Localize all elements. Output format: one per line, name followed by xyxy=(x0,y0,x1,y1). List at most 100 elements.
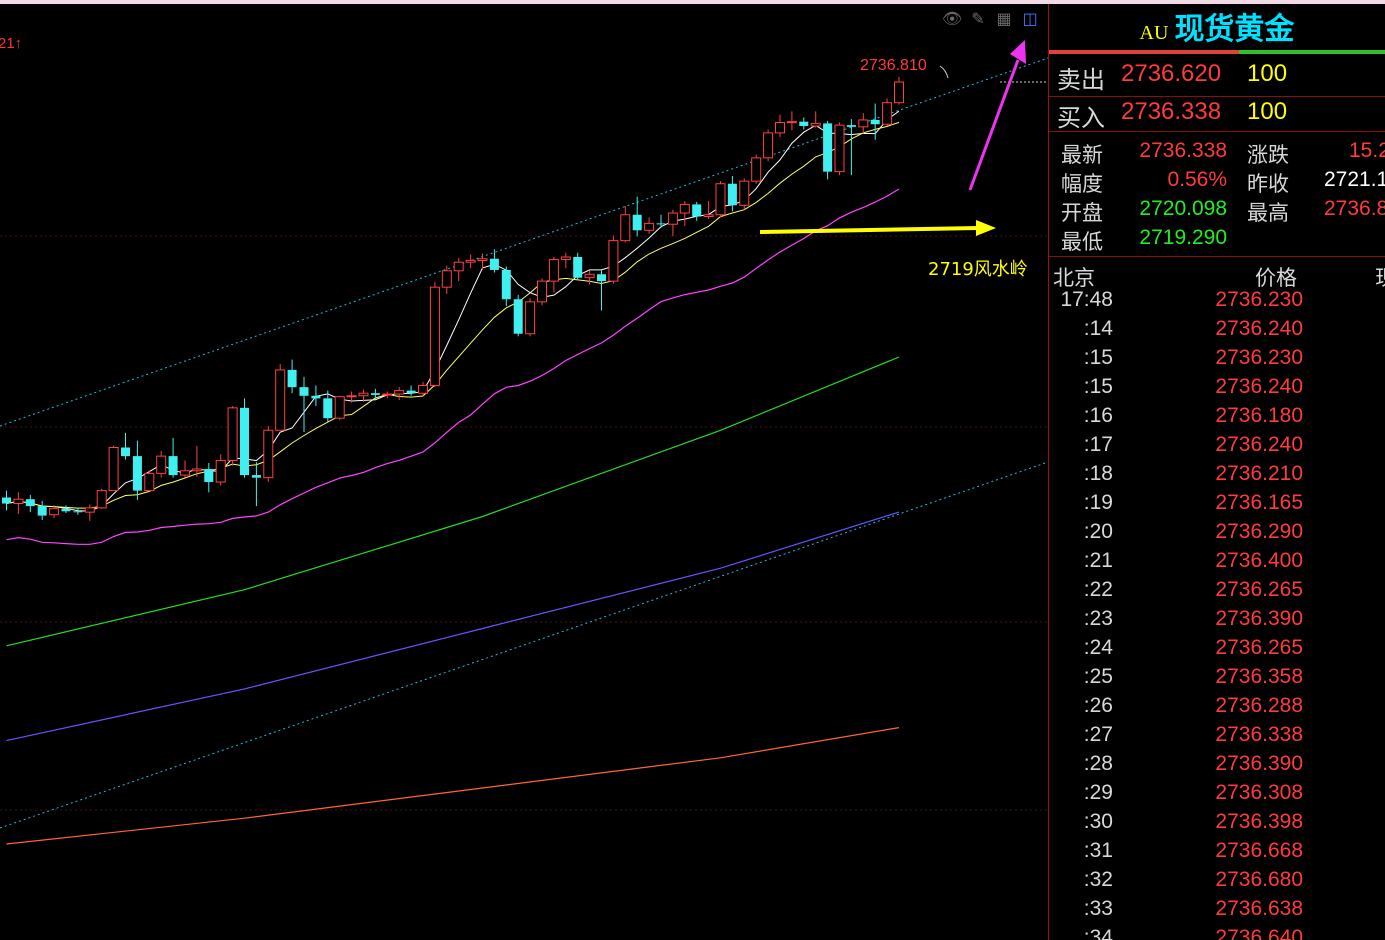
tick-price: 2736.180 xyxy=(1215,404,1303,427)
tick-row: :25 2736.358 xyxy=(1049,665,1385,694)
tick-time: :32 xyxy=(1083,868,1113,891)
candle-body xyxy=(263,429,274,479)
candle-body xyxy=(240,407,249,476)
candle-body xyxy=(121,447,130,457)
candle-body xyxy=(275,369,286,431)
candle-body xyxy=(323,398,333,419)
tick-price: 2736.210 xyxy=(1215,462,1303,485)
tick-time: :29 xyxy=(1083,781,1113,804)
tick-price: 2736.290 xyxy=(1215,520,1303,543)
candle-body xyxy=(882,102,893,125)
chart-canvas: 21↑ 2736.810 2719风水岭 xyxy=(0,35,1048,845)
tick-row: :29 2736.308 xyxy=(1049,781,1385,810)
candle-body xyxy=(477,258,488,261)
candle-body xyxy=(692,204,702,217)
sell-label: 卖出 xyxy=(1057,67,1105,94)
tick-price: 2736.668 xyxy=(1215,839,1303,862)
tick-price: 2736.240 xyxy=(1215,317,1303,340)
stat-high-value: 2736.8 xyxy=(1324,197,1385,220)
candle-body xyxy=(775,122,785,134)
buy-label: 买入 xyxy=(1057,105,1105,132)
tick-time: :25 xyxy=(1083,665,1113,688)
tick-price: 2736.230 xyxy=(1215,346,1303,369)
tick-row: :32 2736.680 xyxy=(1049,868,1385,897)
stat-prevclose-label: 昨收 xyxy=(1247,173,1289,196)
ma20-line xyxy=(6,188,900,545)
tick-time: :20 xyxy=(1083,520,1113,543)
stat-change-value: 15.2 xyxy=(1349,139,1385,162)
candle-body xyxy=(573,256,583,278)
candle-body xyxy=(358,392,369,397)
eye-icon[interactable]: 👁 xyxy=(942,10,962,30)
candle-body xyxy=(751,157,762,182)
tick-row: :34 2736.640 xyxy=(1049,926,1385,940)
candle-body xyxy=(548,259,559,282)
layout-icon[interactable]: ◫ xyxy=(1020,10,1040,30)
peak-pointer xyxy=(939,65,949,79)
candle-body xyxy=(560,256,571,261)
tick-price: 2736.308 xyxy=(1215,781,1303,804)
candle-body xyxy=(584,273,595,279)
tick-time: :18 xyxy=(1083,462,1113,485)
tick-row: :24 2736.265 xyxy=(1049,636,1385,665)
tick-time: 17:48 xyxy=(1060,288,1113,311)
candlestick-chart[interactable]: 21↑ 2736.810 2719风水岭 👁 ✎ ▦ ◫ xyxy=(0,4,1048,940)
candle-body xyxy=(37,506,47,516)
candle-body xyxy=(703,214,714,217)
buy-row[interactable]: 买入 2736.338 100 xyxy=(1049,98,1385,134)
candle-body xyxy=(679,203,690,214)
candle-body xyxy=(799,121,809,126)
candle-body xyxy=(61,508,71,512)
stat-change-label: 涨跌 xyxy=(1247,144,1289,167)
quote-panel: AU 现货黄金 卖出 2736.620 100 买入 2736.338 100 最… xyxy=(1049,4,1385,940)
candle-body xyxy=(156,455,167,474)
tick-row: :31 2736.668 xyxy=(1049,839,1385,868)
candle-body xyxy=(834,124,845,173)
candle-body xyxy=(73,511,83,513)
candle-body xyxy=(441,270,452,288)
candle-body xyxy=(96,490,107,509)
tick-row: :15 2736.230 xyxy=(1049,346,1385,375)
tick-row: :18 2736.210 xyxy=(1049,462,1385,491)
candle-body xyxy=(465,259,476,263)
candle-body xyxy=(311,395,321,399)
tick-price: 2736.640 xyxy=(1215,926,1303,940)
tick-time: :15 xyxy=(1083,346,1113,369)
candle-body xyxy=(144,472,155,492)
candle-body xyxy=(418,384,428,394)
tick-time: :28 xyxy=(1083,752,1113,775)
grid-icon[interactable]: ▦ xyxy=(994,10,1014,30)
tick-time: :30 xyxy=(1083,810,1113,833)
candle-body xyxy=(810,122,821,127)
candle-body xyxy=(632,214,642,231)
candle-body xyxy=(191,468,202,472)
buy-price: 2736.338 xyxy=(1121,98,1222,125)
candle-body xyxy=(727,183,737,206)
tick-price: 2736.680 xyxy=(1215,868,1303,891)
stat-low-label: 最低 xyxy=(1061,231,1103,254)
candle-body xyxy=(13,498,24,505)
candle-body xyxy=(537,280,547,303)
pencil-icon[interactable]: ✎ xyxy=(968,10,988,30)
candle-body xyxy=(715,183,726,216)
separator xyxy=(1049,256,1385,257)
tick-time: :27 xyxy=(1083,723,1113,746)
sell-row[interactable]: 卖出 2736.620 100 xyxy=(1049,60,1385,96)
candle-body xyxy=(251,475,261,478)
candle-body xyxy=(608,240,619,282)
candle-body xyxy=(382,393,393,396)
stat-high-label: 最高 xyxy=(1247,202,1289,225)
ma60-line xyxy=(6,356,900,647)
candle-body xyxy=(525,301,536,335)
candle-body xyxy=(846,125,856,127)
candle-body xyxy=(215,459,226,483)
tick-row: :14 2736.240 xyxy=(1049,317,1385,346)
tick-row: :15 2736.240 xyxy=(1049,375,1385,404)
corner-label: 21↑ xyxy=(0,35,22,52)
candle-body xyxy=(597,274,606,282)
tick-price: 2736.240 xyxy=(1215,433,1303,456)
candle-body xyxy=(858,119,869,128)
candle-body xyxy=(334,396,345,419)
stat-latest-value: 2736.338 xyxy=(1139,139,1227,162)
tick-row: :16 2736.180 xyxy=(1049,404,1385,433)
